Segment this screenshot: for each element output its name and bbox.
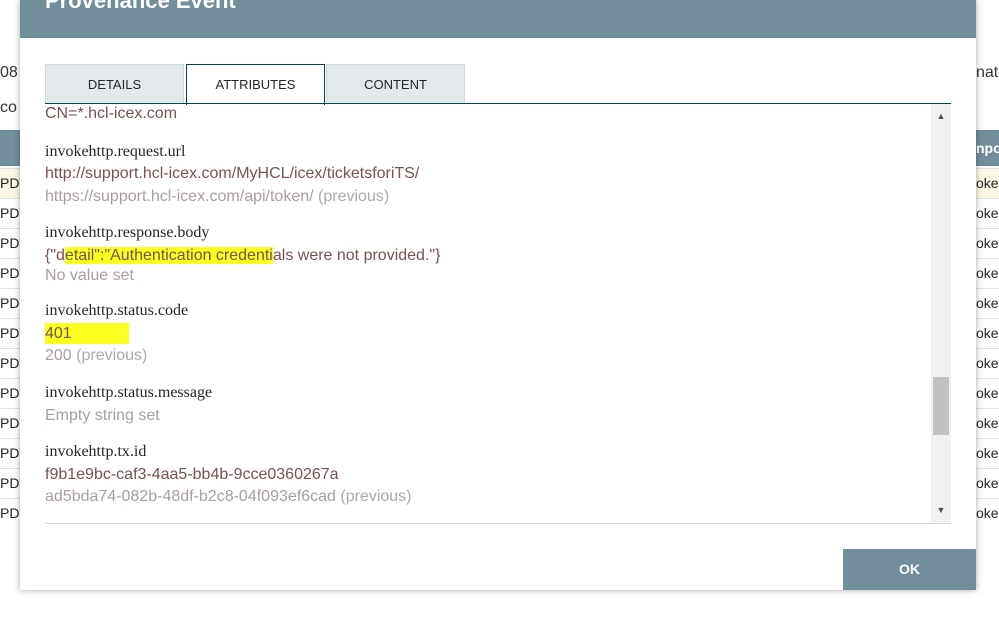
background-table-header-left xyxy=(0,130,20,166)
background-fragment-left-row: co xyxy=(0,99,17,116)
previous-label: (previous) xyxy=(340,488,412,505)
background-cell: PDT xyxy=(0,318,20,348)
attribute-value: http://support.hcl-icex.com/MyHCL/icex/t… xyxy=(45,165,420,182)
previous-value-text: Empty string set xyxy=(45,407,160,424)
dialog-title: Provenance Event xyxy=(45,0,236,13)
background-cell: PDT xyxy=(0,468,20,498)
vertical-scrollbar[interactable]: ▲ ▼ xyxy=(931,104,951,522)
ok-button[interactable]: OK xyxy=(843,549,976,590)
background-table-header-right: npor xyxy=(976,130,999,166)
background-cell: PDT xyxy=(0,168,20,198)
attribute-value: {"detail":"Authentication credentials we… xyxy=(45,247,440,265)
previous-label: (previous) xyxy=(318,188,390,205)
value-part: {"d xyxy=(45,247,65,264)
background-cell: PDT xyxy=(0,348,20,378)
attributes-scroll-area[interactable]: CN=*.hcl-icex.com invokehttp.request.url… xyxy=(45,104,951,524)
background-table-column-left: PDT PDT PDT PDT PDT PDT PDT PDT PDT PDT … xyxy=(0,168,20,528)
background-cell: oke xyxy=(976,498,999,528)
tab-content[interactable]: CONTENT xyxy=(326,64,465,103)
background-cell: oke xyxy=(976,228,999,258)
background-cell: oke xyxy=(976,168,999,198)
attribute-name: invokehttp.request.url xyxy=(45,143,186,160)
background-cell: PDT xyxy=(0,438,20,468)
scroll-up-arrow-icon[interactable]: ▲ xyxy=(931,108,951,124)
scroll-thumb[interactable] xyxy=(933,377,949,435)
attribute-name: invokehttp.status.message xyxy=(45,384,213,401)
tab-details[interactable]: DETAILS xyxy=(45,64,184,103)
highlighted-value-part: 401 xyxy=(45,323,129,344)
background-cell: oke xyxy=(976,198,999,228)
attribute-previous-value: ad5bda74-082b-48df-b2c8-04f093ef6cad (pr… xyxy=(45,488,412,506)
background-cell: PDT xyxy=(0,408,20,438)
attribute-previous-value: Empty string set xyxy=(45,407,160,425)
previous-label: (previous) xyxy=(76,347,148,364)
attribute-value: CN=*.hcl-icex.com xyxy=(45,105,178,122)
background-cell: PDT xyxy=(0,288,20,318)
background-fragment-right-top: nato xyxy=(976,64,999,81)
background-cell: PDT xyxy=(0,498,20,528)
background-cell: PDT xyxy=(0,228,20,258)
background-cell: oke xyxy=(976,258,999,288)
scroll-down-arrow-icon[interactable]: ▼ xyxy=(931,502,951,518)
previous-value-text: ad5bda74-082b-48df-b2c8-04f093ef6cad xyxy=(45,488,336,505)
background-fragment-left-top: 08 xyxy=(0,64,18,81)
background-cell: oke xyxy=(976,378,999,408)
attribute-name: invokehttp.status.code xyxy=(45,302,189,319)
background-cell: oke xyxy=(976,348,999,378)
previous-value-text: https://support.hcl-icex.com/api/token/ xyxy=(45,188,314,205)
background-cell: oke xyxy=(976,288,999,318)
background-cell: PDT xyxy=(0,198,20,228)
value-part: als were not provided."} xyxy=(272,247,441,264)
attribute-name: invokehttp.tx.id xyxy=(45,443,147,460)
attribute-previous-value: 200 (previous) xyxy=(45,347,147,365)
background-cell: oke xyxy=(976,408,999,438)
background-cell: PDT xyxy=(0,258,20,288)
dialog-header: Provenance Event xyxy=(20,0,976,38)
background-cell: oke xyxy=(976,438,999,468)
attribute-previous-value: No value set xyxy=(45,267,134,285)
background-header-text: npor xyxy=(976,140,999,156)
tab-attributes[interactable]: ATTRIBUTES xyxy=(186,64,325,105)
attribute-value: f9b1e9bc-caf3-4aa5-bb4b-9cce0360267a xyxy=(45,466,339,483)
background-table-column-right: oke oke oke oke oke oke oke oke oke oke … xyxy=(976,168,999,528)
background-cell: oke xyxy=(976,318,999,348)
highlighted-value-part: etail":"Authentication credenti xyxy=(64,247,273,264)
background-cell: oke xyxy=(976,468,999,498)
provenance-event-dialog: Provenance Event DETAILS ATTRIBUTES CONT… xyxy=(20,0,976,590)
previous-value-text: No value set xyxy=(45,267,134,284)
previous-value-text: 200 xyxy=(45,347,72,364)
background-cell: PDT xyxy=(0,378,20,408)
attribute-previous-value: https://support.hcl-icex.com/api/token/ … xyxy=(45,188,389,206)
attribute-name: invokehttp.response.body xyxy=(45,224,210,241)
attribute-value: 401 xyxy=(45,323,129,344)
